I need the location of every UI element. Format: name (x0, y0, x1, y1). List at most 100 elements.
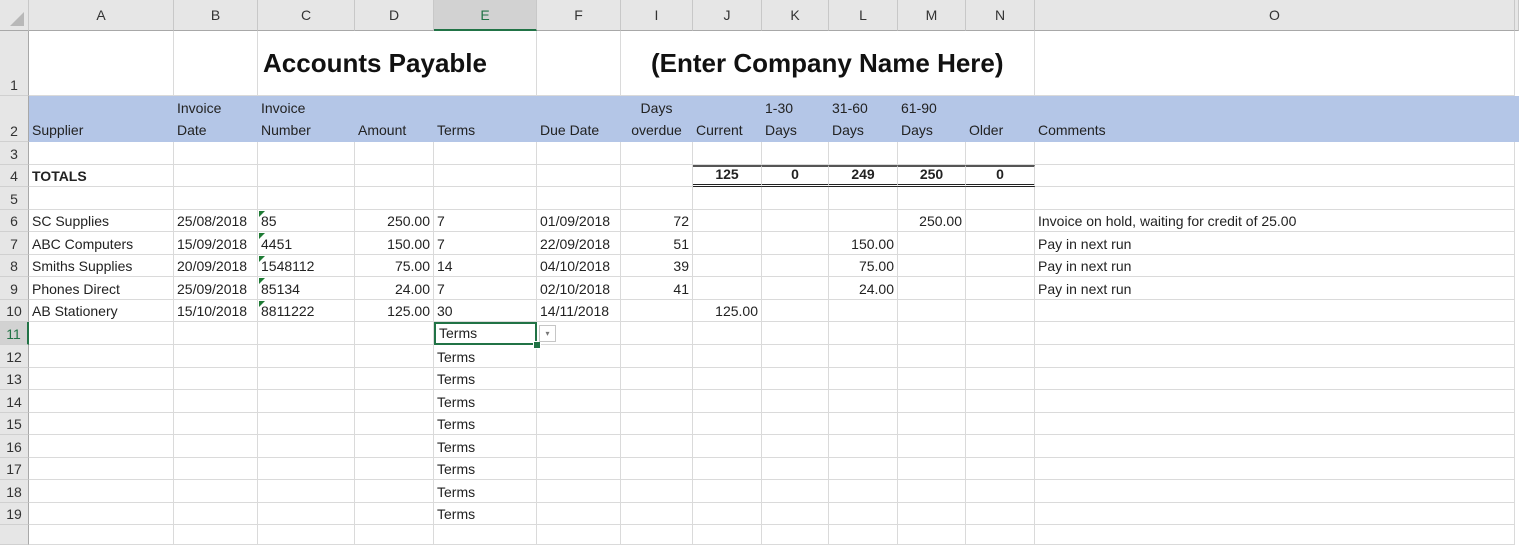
invoice-d31-60[interactable] (829, 300, 898, 322)
empty-cell[interactable] (1035, 503, 1515, 525)
invoice-comments[interactable] (1035, 300, 1515, 322)
terms-cell[interactable]: Terms (434, 413, 537, 435)
empty-cell[interactable] (693, 458, 762, 480)
empty-cell[interactable] (174, 390, 258, 413)
terms-cell[interactable]: Terms (434, 390, 537, 413)
empty-cell[interactable] (762, 525, 829, 545)
invoice-supplier[interactable]: Smiths Supplies (29, 255, 174, 277)
empty-cell[interactable] (762, 390, 829, 413)
empty-cell[interactable] (29, 503, 174, 525)
empty-cell[interactable] (29, 345, 174, 368)
empty-cell[interactable] (355, 480, 434, 503)
row-header-15[interactable]: 15 (0, 413, 29, 435)
empty-cell[interactable] (829, 458, 898, 480)
invoice-amount[interactable]: 75.00 (355, 255, 434, 277)
empty-cell[interactable] (621, 390, 693, 413)
invoice-supplier[interactable]: Phones Direct (29, 277, 174, 300)
empty-cell[interactable] (174, 480, 258, 503)
total-terms[interactable] (434, 165, 537, 187)
invoice-due-date[interactable]: 22/09/2018 (537, 232, 621, 255)
empty-cell[interactable] (829, 390, 898, 413)
invoice-supplier[interactable]: SC Supplies (29, 210, 174, 232)
column-header-a[interactable]: A (29, 0, 174, 31)
row-header-5[interactable]: 5 (0, 187, 29, 210)
empty-cell[interactable] (762, 503, 829, 525)
empty-cell[interactable] (537, 390, 621, 413)
empty-cell[interactable] (258, 503, 355, 525)
header-due-date[interactable]: Due Date (537, 96, 621, 142)
empty-cell[interactable] (29, 368, 174, 390)
empty-cell[interactable] (355, 413, 434, 435)
invoice-older[interactable] (966, 255, 1035, 277)
empty-cell[interactable] (898, 503, 966, 525)
empty-cell[interactable] (693, 503, 762, 525)
empty-cell[interactable] (29, 458, 174, 480)
cell-k3[interactable] (762, 142, 829, 165)
invoice-supplier[interactable]: AB Stationery (29, 300, 174, 322)
invoice-amount[interactable]: 250.00 (355, 210, 434, 232)
cell-n5[interactable] (966, 187, 1035, 210)
total-amount[interactable] (355, 165, 434, 187)
empty-cell[interactable] (537, 368, 621, 390)
terms-cell[interactable]: Terms (434, 435, 537, 458)
total-d31-60[interactable]: 249 (829, 165, 898, 187)
row-header-14[interactable]: 14 (0, 390, 29, 413)
invoice-d61-90[interactable] (898, 277, 966, 300)
empty-cell[interactable] (829, 413, 898, 435)
invoice-comments[interactable]: Pay in next run (1035, 255, 1515, 277)
row-header-2[interactable]: 2 (0, 96, 29, 142)
empty-cell[interactable] (829, 322, 898, 345)
empty-cell[interactable] (1035, 458, 1515, 480)
row-header-17[interactable]: 17 (0, 458, 29, 480)
empty-cell[interactable] (29, 390, 174, 413)
empty-cell[interactable] (174, 503, 258, 525)
invoice-amount[interactable]: 125.00 (355, 300, 434, 322)
terms-cell[interactable]: Terms (434, 345, 537, 368)
empty-cell[interactable] (966, 458, 1035, 480)
cell-j5[interactable] (693, 187, 762, 210)
empty-cell[interactable] (29, 525, 174, 545)
empty-cell[interactable] (29, 435, 174, 458)
invoice-older[interactable] (966, 232, 1035, 255)
empty-cell[interactable] (174, 525, 258, 545)
cell-c3[interactable] (258, 142, 355, 165)
row-header-19[interactable]: 19 (0, 503, 29, 525)
company-name[interactable]: (Enter Company Name Here) (651, 31, 1004, 96)
empty-cell[interactable] (829, 345, 898, 368)
header-d31-60[interactable]: 31-60 Days (829, 96, 898, 142)
column-header-f[interactable]: F (537, 0, 621, 31)
empty-cell[interactable] (355, 345, 434, 368)
empty-cell[interactable] (537, 525, 621, 545)
empty-cell[interactable] (693, 413, 762, 435)
empty-cell[interactable] (621, 503, 693, 525)
invoice-days-overdue[interactable]: 51 (621, 232, 693, 255)
empty-cell[interactable] (898, 368, 966, 390)
row-header-6[interactable]: 6 (0, 210, 29, 232)
cell-d5[interactable] (355, 187, 434, 210)
empty-cell[interactable] (966, 480, 1035, 503)
total-due-date[interactable] (537, 165, 621, 187)
column-header-c[interactable]: C (258, 0, 355, 31)
total-comments[interactable] (1035, 165, 1515, 187)
empty-cell[interactable] (258, 390, 355, 413)
column-header-o[interactable]: O (1035, 0, 1515, 31)
row-header-4[interactable]: 4 (0, 165, 29, 187)
empty-cell[interactable] (258, 368, 355, 390)
empty-cell[interactable] (966, 525, 1035, 545)
invoice-d31-60[interactable]: 150.00 (829, 232, 898, 255)
terms-cell[interactable]: Terms (434, 458, 537, 480)
empty-cell[interactable] (355, 435, 434, 458)
cell-b3[interactable] (174, 142, 258, 165)
empty-cell[interactable] (762, 368, 829, 390)
invoice-days-overdue[interactable] (621, 300, 693, 322)
active-cell-terms[interactable]: Terms (434, 322, 537, 345)
empty-cell[interactable] (829, 480, 898, 503)
invoice-days-overdue[interactable]: 41 (621, 277, 693, 300)
empty-cell[interactable] (621, 435, 693, 458)
row-header-10[interactable]: 10 (0, 300, 29, 322)
header-comments[interactable]: Comments (1035, 96, 1515, 142)
invoice-d31-60[interactable]: 75.00 (829, 255, 898, 277)
invoice-current[interactable] (693, 255, 762, 277)
invoice-d61-90[interactable] (898, 255, 966, 277)
empty-cell[interactable] (1035, 368, 1515, 390)
